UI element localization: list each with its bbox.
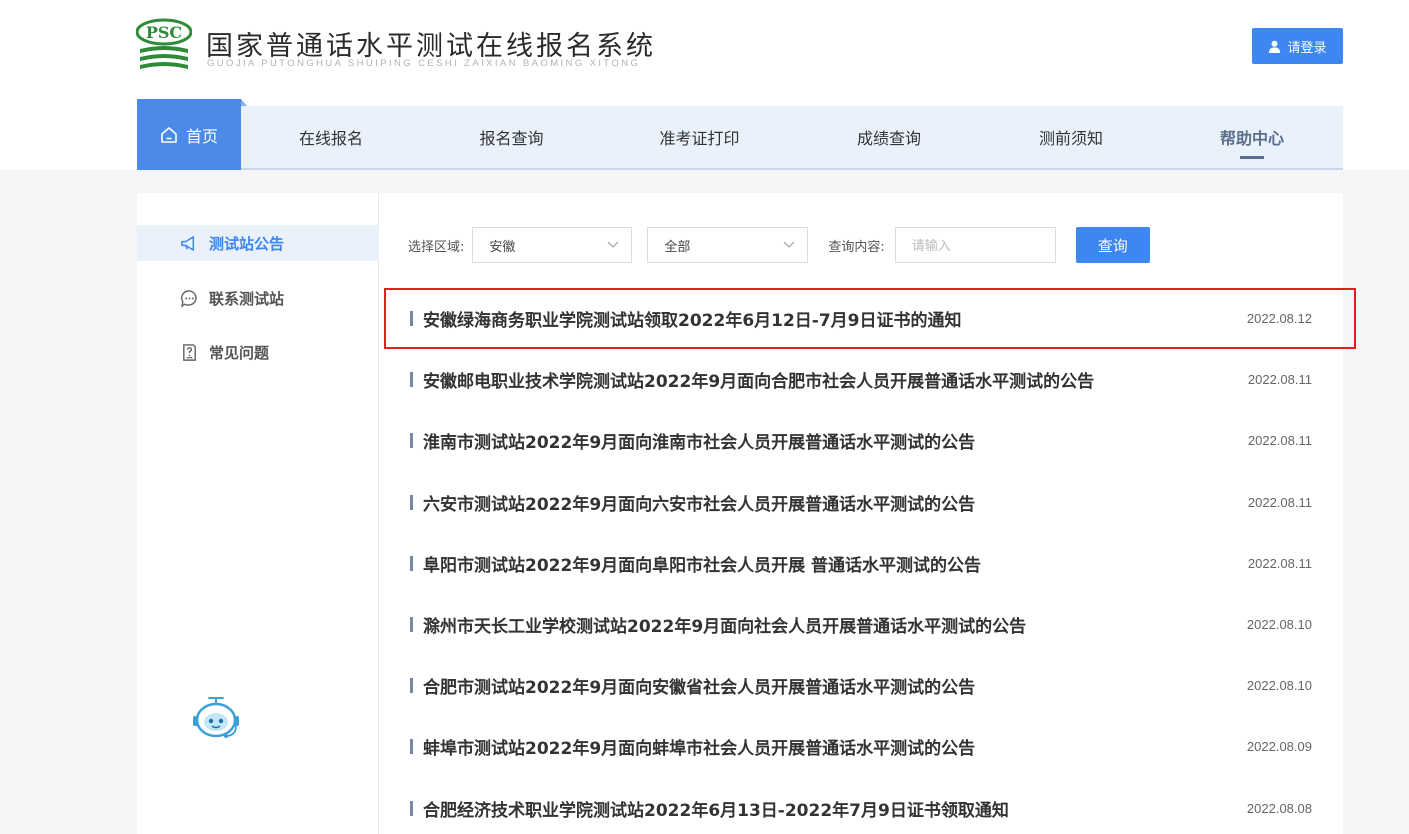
notice-title[interactable]: 合肥经济技术职业学院测试站2022年6月13日-2022年7月9日证书领取通知 <box>423 796 1009 821</box>
search-filters: 选择区域: 安徽 全部 查询内容: 查询 <box>408 227 1150 263</box>
nav-home[interactable]: 首页 <box>137 99 247 170</box>
notice-title[interactable]: 六安市测试站2022年9月面向六安市社会人员开展普通话水平测试的公告 <box>423 490 975 515</box>
sidebar-item-label: 联系测试站 <box>209 289 285 308</box>
logo-text: PSC <box>146 23 182 42</box>
nav-item-score-query[interactable]: 成绩查询 <box>797 106 981 168</box>
nav-home-label: 首页 <box>185 126 218 146</box>
notice-title[interactable]: 蚌埠市测试站2022年9月面向蚌埠市社会人员开展普通话水平测试的公告 <box>423 734 975 759</box>
nav-item-admission-ticket[interactable]: 准考证打印 <box>602 106 797 168</box>
chat-icon <box>180 289 197 308</box>
notice-date: 2022.08.11 <box>1247 494 1312 510</box>
user-icon <box>1269 40 1281 53</box>
nav-item-label: 在线报名 <box>298 129 363 148</box>
query-button[interactable]: 查询 <box>1075 227 1150 263</box>
query-label: 查询内容: <box>828 239 885 255</box>
list-item[interactable]: 阜阳市测试站2022年9月面向阜阳市社会人员开展 普通话水平测试的公告 2022.… <box>384 533 1356 594</box>
notice-date: 2022.08.09 <box>1246 739 1312 755</box>
main-nav: 首页 在线报名 报名查询 准考证打印 成绩查询 测前须知 帮助中心 <box>137 99 1343 170</box>
list-marker <box>410 739 413 755</box>
region-select[interactable]: 安徽 <box>472 227 633 263</box>
list-item[interactable]: 合肥市测试站2022年9月面向安徽省社会人员开展普通话水平测试的公告 2022.0… <box>384 655 1356 716</box>
notice-title[interactable]: 淮南市测试站2022年9月面向淮南市社会人员开展普通话水平测试的公告 <box>423 428 975 453</box>
notice-date: 2022.08.12 <box>1246 311 1312 327</box>
region-select-value: 安徽 <box>489 239 516 255</box>
nav-item-online-registration[interactable]: 在线报名 <box>241 106 421 168</box>
list-item[interactable]: 淮南市测试站2022年9月面向淮南市社会人员开展普通话水平测试的公告 2022.0… <box>384 410 1356 471</box>
sidebar-item-faq[interactable]: 常见问题 <box>137 334 379 370</box>
notice-date: 2022.08.11 <box>1247 433 1312 449</box>
list-item[interactable]: 滁州市天长工业学校测试站2022年9月面向社会人员开展普通话水平测试的公告 202… <box>384 594 1356 655</box>
sidebar-item-contact-station[interactable]: 联系测试站 <box>137 280 379 316</box>
home-icon <box>161 126 177 143</box>
nav-item-label: 测前须知 <box>1038 129 1103 148</box>
sidebar-item-station-notices[interactable]: 测试站公告 <box>137 225 379 261</box>
notice-list: 安徽绿海商务职业学院测试站领取2022年6月12日-7月9日证书的通知 2022.… <box>384 288 1356 834</box>
nav-item-label: 报名查询 <box>479 129 544 148</box>
list-marker <box>410 433 413 449</box>
city-select[interactable]: 全部 <box>647 227 809 263</box>
notice-date: 2022.08.11 <box>1247 555 1312 571</box>
nav-item-registration-query[interactable]: 报名查询 <box>421 106 602 168</box>
list-item[interactable]: 六安市测试站2022年9月面向六安市社会人员开展普通话水平测试的公告 2022.0… <box>384 472 1356 533</box>
robot-assistant-icon[interactable] <box>189 695 243 741</box>
notice-title[interactable]: 安徽邮电职业技术学院测试站2022年9月面向合肥市社会人员开展普通话水平测试的公… <box>423 367 1094 392</box>
list-marker <box>410 372 413 388</box>
notice-date: 2022.08.10 <box>1246 678 1312 694</box>
nav-item-label: 帮助中心 <box>1219 129 1284 148</box>
psc-logo[interactable]: PSC <box>136 17 192 73</box>
content-panel: 测试站公告 联系测试站 常见问题 选择区域: 安徽 全部 查询内容: 请输入 查… <box>137 193 1356 834</box>
active-indicator <box>1240 156 1264 159</box>
chevron-down-icon <box>607 241 619 248</box>
chevron-down-icon <box>783 241 795 248</box>
list-marker <box>410 678 413 694</box>
region-label: 选择区域: <box>408 239 465 255</box>
notice-title[interactable]: 滁州市天长工业学校测试站2022年9月面向社会人员开展普通话水平测试的公告 <box>423 612 1026 637</box>
notice-title[interactable]: 合肥市测试站2022年9月面向安徽省社会人员开展普通话水平测试的公告 <box>423 673 975 698</box>
login-button[interactable]: 请登录 <box>1252 28 1343 64</box>
site-subtitle: GUOJIA PUTONGHUA SHUIPING CESHI ZAIXIAN … <box>207 58 641 69</box>
list-marker <box>410 311 413 327</box>
site-header: PSC 国家普通话水平测试在线报名系统 GUOJIA PUTONGHUA SHU… <box>0 0 1409 170</box>
nav-item-test-notes[interactable]: 测前须知 <box>981 106 1161 168</box>
notice-title[interactable]: 阜阳市测试站2022年9月面向阜阳市社会人员开展 普通话水平测试的公告 <box>423 551 981 576</box>
sidebar-item-label: 测试站公告 <box>209 234 285 253</box>
list-marker <box>410 494 413 510</box>
notice-date: 2022.08.10 <box>1246 617 1312 633</box>
list-item[interactable]: 蚌埠市测试站2022年9月面向蚌埠市社会人员开展普通话水平测试的公告 2022.0… <box>384 716 1356 777</box>
document-question-icon <box>183 343 196 361</box>
notice-date: 2022.08.11 <box>1247 372 1312 388</box>
nav-item-label: 成绩查询 <box>856 129 921 148</box>
list-marker <box>410 617 413 633</box>
nav-item-help-center[interactable]: 帮助中心 <box>1161 106 1343 168</box>
nav-item-label: 准考证打印 <box>659 129 740 148</box>
query-input[interactable] <box>894 227 1056 263</box>
list-item[interactable]: 安徽绿海商务职业学院测试站领取2022年6月12日-7月9日证书的通知 2022.… <box>384 288 1356 350</box>
list-marker <box>410 555 413 571</box>
list-item[interactable]: 合肥经济技术职业学院测试站2022年6月13日-2022年7月9日证书领取通知 2… <box>384 778 1356 834</box>
megaphone-icon <box>181 235 195 251</box>
notice-date: 2022.08.08 <box>1246 800 1312 816</box>
list-marker <box>410 800 413 816</box>
sidebar-item-label: 常见问题 <box>209 343 270 362</box>
sidebar: 测试站公告 联系测试站 常见问题 <box>137 193 379 834</box>
city-select-value: 全部 <box>664 239 691 255</box>
list-item[interactable]: 安徽邮电职业技术学院测试站2022年9月面向合肥市社会人员开展普通话水平测试的公… <box>384 349 1356 410</box>
login-label: 请登录 <box>1287 40 1327 56</box>
notice-title[interactable]: 安徽绿海商务职业学院测试站领取2022年6月12日-7月9日证书的通知 <box>423 306 962 331</box>
